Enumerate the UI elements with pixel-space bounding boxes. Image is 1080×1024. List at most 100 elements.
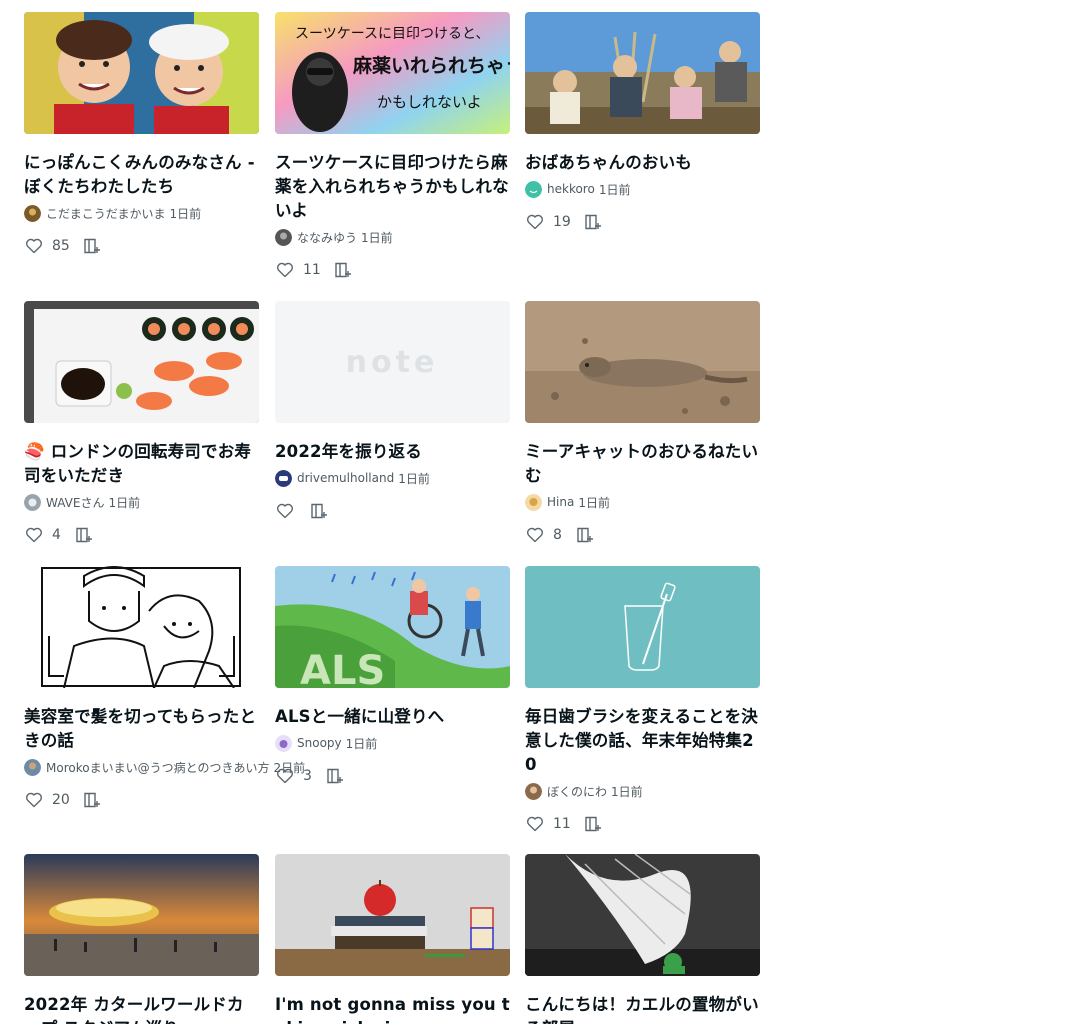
- post-time: 1日前: [611, 784, 643, 799]
- card-title[interactable]: I'm not gonna miss you taking risks in m…: [275, 993, 510, 1024]
- als-hill-thumbnail[interactable]: ALS: [275, 566, 510, 688]
- note-card[interactable]: ALS ALSと一緒に山登りへ Snoopy 1日前 3: [275, 566, 510, 788]
- save-to-magazine-button[interactable]: [82, 790, 102, 810]
- card-title[interactable]: 美容室で髪を切ってもらったときの話: [24, 705, 259, 753]
- card-title[interactable]: おばあちゃんのおいも: [525, 151, 760, 175]
- kids-flags-thumbnail[interactable]: [24, 12, 259, 134]
- sushi-plate-thumbnail[interactable]: [24, 301, 259, 423]
- card-actions: 85: [24, 234, 259, 258]
- toothbrush-cup-icon: [525, 566, 760, 688]
- post-time: 1日前: [598, 182, 631, 197]
- author-name[interactable]: こだまこうだまかいま: [46, 205, 166, 222]
- heart-icon: [277, 262, 293, 278]
- card-title[interactable]: 毎日歯ブラシを変えることを決意した僕の話、年末年始特集20: [525, 705, 760, 777]
- save-to-magazine-button[interactable]: [309, 501, 329, 521]
- like-button[interactable]: 19: [525, 212, 571, 232]
- save-to-magazine-button[interactable]: [333, 260, 353, 280]
- author-avatar[interactable]: [525, 782, 542, 800]
- author-avatar[interactable]: [525, 180, 542, 198]
- like-button[interactable]: 4: [24, 525, 62, 545]
- author-avatar[interactable]: [24, 758, 41, 776]
- author-name[interactable]: hekkoro: [547, 182, 595, 196]
- note-card[interactable]: 毎日歯ブラシを変えることを決意した僕の話、年末年始特集20 ぼくのにわ 1日前 …: [525, 566, 760, 836]
- note-card[interactable]: ミーアキャットのおひるねたいむ Hina 1日前 8: [525, 301, 760, 547]
- save-to-magazine-button[interactable]: [325, 766, 345, 786]
- card-actions: 20: [24, 788, 259, 812]
- card-title[interactable]: スーツケースに目印つけたら麻薬を入れられちゃうかもしれないよ: [275, 151, 510, 223]
- card-title[interactable]: にっぽんこくみんのみなさん - ぼくたちわたしたち: [24, 151, 259, 199]
- post-time: 1日前: [169, 206, 202, 221]
- card-author[interactable]: Hina 1日前: [525, 493, 760, 511]
- card-title[interactable]: ミーアキャットのおひるねたいむ: [525, 440, 760, 488]
- suitcase-text-thumbnail[interactable]: スーツケースに目印つけると、 麻薬いれられちゃう かもしれないよ: [275, 12, 510, 134]
- save-to-magazine-button[interactable]: [74, 525, 94, 545]
- apple-books-icon: [275, 854, 510, 976]
- note-card[interactable]: 美容室で髪を切ってもらったときの話 Morokoまいまい@うつ病とのつきあい方 …: [24, 566, 305, 812]
- author-name[interactable]: Morokoまいまい@うつ病とのつきあい方: [46, 759, 269, 776]
- like-count: 8: [553, 527, 562, 543]
- author-name[interactable]: ななみゆう: [297, 229, 357, 246]
- note-placeholder-thumbnail[interactable]: note: [275, 301, 510, 423]
- card-title[interactable]: こんにちは！カエルの置物がいる部屋: [525, 993, 760, 1024]
- note-card[interactable]: I'm not gonna miss you taking risks in m…: [275, 854, 510, 1024]
- author-avatar[interactable]: [275, 228, 292, 246]
- meerkat-thumbnail[interactable]: [525, 301, 760, 423]
- like-button[interactable]: 11: [525, 814, 571, 834]
- save-to-magazine-button[interactable]: [583, 814, 603, 834]
- card-author[interactable]: WAVEさん 1日前: [24, 493, 259, 511]
- card-author[interactable]: drivemulholland 1日前: [275, 469, 510, 487]
- card-author[interactable]: Morokoまいまい@うつ病とのつきあい方 2日前: [24, 758, 305, 776]
- post-time: 1日前: [345, 736, 378, 751]
- frog-figure-thumbnail[interactable]: [525, 854, 760, 976]
- card-author[interactable]: Snoopy 1日前: [275, 734, 510, 752]
- svg-text:note: note: [346, 345, 439, 380]
- kids-flags-icon: [24, 12, 259, 134]
- author-name[interactable]: Hina: [547, 495, 574, 509]
- author-avatar[interactable]: [275, 469, 292, 487]
- card-title[interactable]: 2022年を振り返る: [275, 440, 510, 464]
- card-author[interactable]: ぼくのにわ 1日前: [525, 782, 760, 800]
- note-card[interactable]: note 2022年を振り返る drivemulholland 1日前: [275, 301, 510, 523]
- svg-text:スーツケースに目印つけると、: スーツケースに目印つけると、: [295, 26, 489, 42]
- note-card[interactable]: 2022年 カタールワールドカップ スタジアム巡り: [24, 854, 259, 1024]
- stadium-night-thumbnail[interactable]: [24, 854, 259, 976]
- toothbrush-cup-thumbnail[interactable]: [525, 566, 760, 688]
- like-button[interactable]: 11: [275, 260, 321, 280]
- like-button[interactable]: 85: [24, 236, 70, 256]
- note-card[interactable]: にっぽんこくみんのみなさん - ぼくたちわたしたち こだまこうだまかいま 1日前…: [24, 12, 259, 258]
- author-name[interactable]: ぼくのにわ: [547, 783, 607, 800]
- magazine-add-icon: [327, 768, 343, 784]
- card-title[interactable]: ALSと一緒に山登りへ: [275, 705, 510, 729]
- author-name[interactable]: WAVEさん: [46, 494, 104, 511]
- card-title[interactable]: 2022年 カタールワールドカップ スタジアム巡り: [24, 993, 259, 1024]
- like-button[interactable]: 20: [24, 790, 70, 810]
- post-time: 1日前: [108, 495, 141, 510]
- save-to-magazine-button[interactable]: [575, 525, 595, 545]
- author-name[interactable]: Snoopy: [297, 736, 342, 750]
- card-author[interactable]: hekkoro 1日前: [525, 180, 760, 198]
- haircut-illustration-thumbnail[interactable]: [24, 566, 259, 688]
- author-name[interactable]: drivemulholland: [297, 471, 394, 485]
- author-avatar[interactable]: [275, 734, 292, 752]
- save-to-magazine-button[interactable]: [583, 212, 603, 232]
- apple-books-thumbnail[interactable]: [275, 854, 510, 976]
- note-card[interactable]: こんにちは！カエルの置物がいる部屋: [525, 854, 760, 1024]
- note-card[interactable]: スーツケースに目印つけると、 麻薬いれられちゃう かもしれないよ スーツケースに…: [275, 12, 510, 282]
- like-button[interactable]: [275, 501, 295, 521]
- author-avatar[interactable]: [24, 204, 41, 222]
- magazine-add-icon: [585, 214, 601, 230]
- stadium-night-icon: [24, 854, 259, 976]
- like-button[interactable]: 3: [275, 766, 313, 786]
- card-author[interactable]: ななみゆう 1日前: [275, 228, 510, 246]
- like-button[interactable]: 8: [525, 525, 563, 545]
- card-author[interactable]: こだまこうだまかいま 1日前: [24, 204, 259, 222]
- card-title[interactable]: 🍣 ロンドンの回転寿司でお寿司をいただき: [24, 440, 259, 488]
- note-card[interactable]: おばあちゃんのおいも hekkoro 1日前 19: [525, 12, 760, 234]
- save-to-magazine-button[interactable]: [82, 236, 102, 256]
- note-card[interactable]: 🍣 ロンドンの回転寿司でお寿司をいただき WAVEさん 1日前 4: [24, 301, 259, 547]
- farm-people-thumbnail[interactable]: [525, 12, 760, 134]
- author-avatar[interactable]: [525, 493, 542, 511]
- author-avatar[interactable]: [24, 493, 41, 511]
- magazine-add-icon: [585, 816, 601, 832]
- like-count: 19: [553, 214, 571, 230]
